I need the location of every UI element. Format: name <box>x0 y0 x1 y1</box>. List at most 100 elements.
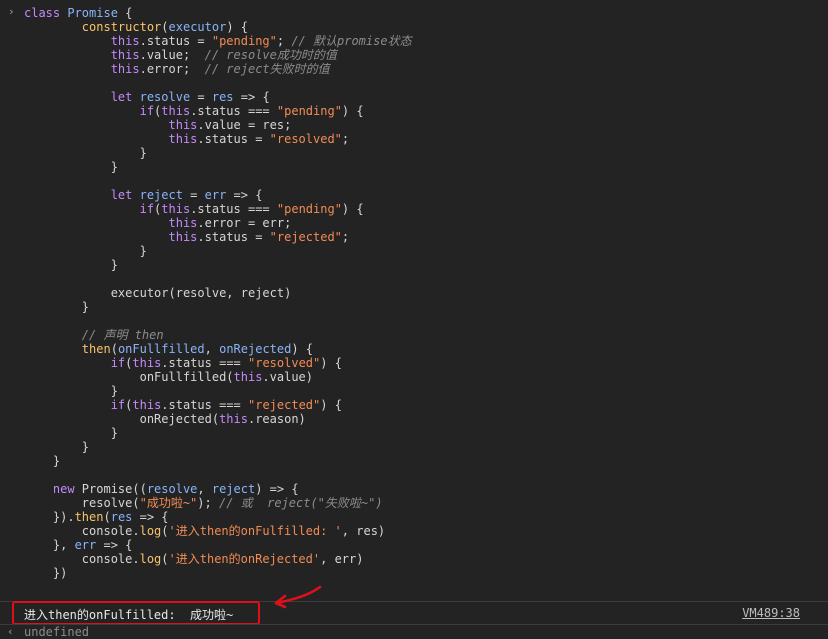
console-input-code[interactable]: › class Promise { constructor(executor) … <box>0 0 828 600</box>
code-token: // 默认promise状态 <box>291 34 412 48</box>
code-line: resolve("成功啦~"); // 或 reject("失败啦~") <box>24 496 383 510</box>
input-prompt-icon: › <box>8 5 15 18</box>
code-line: }) <box>24 566 67 580</box>
code-token: this <box>161 202 191 216</box>
code-token: if <box>24 356 126 370</box>
code-token: ( <box>110 342 118 356</box>
code-token: } <box>24 258 118 272</box>
code-token: // 或 reject("失败啦~") <box>218 496 383 510</box>
code-token: ) { <box>341 104 364 118</box>
code-token: Promise <box>81 482 133 496</box>
code-line: } <box>24 160 118 174</box>
code-token: } <box>24 244 147 258</box>
code-token: class <box>24 6 68 20</box>
code-token: ; <box>276 34 292 48</box>
code-token: this <box>24 230 198 244</box>
code-token: log <box>139 524 162 538</box>
code-token: } <box>24 146 147 160</box>
code-token: then <box>74 510 104 524</box>
code-token: , res) <box>341 524 386 538</box>
log-source-link[interactable]: VM489:38 <box>742 606 800 620</box>
code-token: resolve <box>139 90 191 104</box>
code-token: this <box>132 356 162 370</box>
code-token: this <box>24 216 198 230</box>
code-token: resolve( <box>24 496 140 510</box>
code-token: '进入then的onRejected' <box>168 552 321 566</box>
code-token: executor(resolve, reject) <box>24 286 292 300</box>
code-token: ); <box>197 496 219 510</box>
code-token: (( <box>132 482 147 496</box>
code-token: => { <box>96 538 133 552</box>
code-token: res <box>211 90 234 104</box>
code-token: "resolved" <box>269 132 342 146</box>
code-token: "pending" <box>276 202 342 216</box>
code-token: .status === <box>190 202 277 216</box>
code-token: if <box>24 104 155 118</box>
code-line: // 声明 then <box>24 328 164 342</box>
code-token: , <box>197 482 212 496</box>
code-token: res <box>110 510 133 524</box>
code-token: "pending" <box>276 104 342 118</box>
code-token: }) <box>24 566 68 580</box>
code-line: console.log('进入then的onRejected', err) <box>24 552 364 566</box>
code-token: // 声明 then <box>24 328 164 342</box>
code-line: } <box>24 384 118 398</box>
code-line: this.status = "pending"; // 默认promise状态 <box>24 34 412 48</box>
code-token: if <box>24 398 126 412</box>
code-line: } <box>24 244 147 258</box>
code-token: => { <box>132 510 169 524</box>
code-token: ) { <box>320 398 342 412</box>
code-token: .status = <box>197 132 270 146</box>
code-token: .error = err; <box>197 216 292 230</box>
code-line: this.status = "rejected"; <box>24 230 349 244</box>
code-token: .status = <box>139 34 212 48</box>
code-line: } <box>24 258 118 272</box>
console-result-row: ‹ undefined <box>0 625 828 639</box>
code-token: onRejected <box>219 342 292 356</box>
code-token: "pending" <box>211 34 277 48</box>
code-line: } <box>24 146 147 160</box>
code-token: this <box>24 34 140 48</box>
code-line: this.error; // reject失败时的值 <box>24 62 330 76</box>
code-line: }).then(res => { <box>24 510 169 524</box>
devtools-console: › class Promise { constructor(executor) … <box>0 0 828 639</box>
code-line: } <box>24 440 89 454</box>
code-token: reject <box>211 482 256 496</box>
code-token: .status = <box>197 230 270 244</box>
code-token: ( <box>103 510 111 524</box>
code-line: if(this.status === "resolved") { <box>24 356 342 370</box>
code-token: .error; <box>139 62 205 76</box>
code-token: this <box>219 412 248 426</box>
code-token: let <box>24 90 140 104</box>
code-line: this.error = err; <box>24 216 291 230</box>
code-token: if <box>24 202 155 216</box>
code-token: then <box>24 342 111 356</box>
code-token: // reject失败时的值 <box>204 62 330 76</box>
code-token: .value = res; <box>197 118 292 132</box>
code-token: ) { <box>320 356 342 370</box>
code-token: = <box>182 188 205 202</box>
code-token: this <box>24 132 198 146</box>
code-line: let reject = err => { <box>24 188 263 202</box>
code-token: = <box>190 90 212 104</box>
code-line: } <box>24 454 60 468</box>
result-value: undefined <box>24 625 90 639</box>
red-highlight-box <box>12 601 260 625</box>
code-token: reject <box>139 188 183 202</box>
code-token: onFullfilled <box>117 342 205 356</box>
code-token: '进入then的onFulfilled: ' <box>168 524 342 538</box>
code-token: => { <box>226 188 263 202</box>
code-token: ( <box>161 524 169 538</box>
code-line: this.status = "resolved"; <box>24 132 349 146</box>
code-token: onFullfilled( <box>24 370 234 384</box>
code-token: } <box>24 300 90 314</box>
code-token: ) { <box>226 20 248 34</box>
code-token: } <box>24 384 118 398</box>
code-token: // resolve成功时的值 <box>204 48 337 62</box>
code-token: } <box>24 454 61 468</box>
code-token: this <box>233 370 263 384</box>
code-token: ( <box>161 552 169 566</box>
code-token: "resolved" <box>248 356 321 370</box>
code-line: onRejected(this.reason) <box>24 412 306 426</box>
code-token: "rejected" <box>269 230 342 244</box>
